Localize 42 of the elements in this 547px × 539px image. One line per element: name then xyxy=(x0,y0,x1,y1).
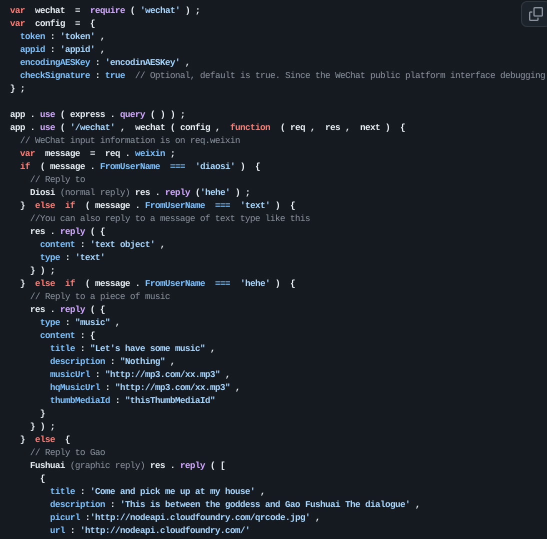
code-line: checkSignature : true // Optional, default is true. Since the WeChat public platform interface debugging xyxy=(20,70,546,83)
code-line: url : 'http://nodeapi.cloudfoundry.com/' xyxy=(50,525,250,538)
code-line: if ( message . FromUserName === 'diaosi' ) { xyxy=(20,161,260,174)
code-line: picurl :'http://nodeapi.cloudfoundry.com/qrcode.jpg' , xyxy=(50,512,320,525)
code-line: } else if ( message . FromUserName === 'hehe' ) { xyxy=(20,278,296,291)
code-line: app . use ( express . query ( ) ) ; xyxy=(10,109,186,122)
code-line: } ) ; xyxy=(30,265,56,278)
code-line: description : "Nothing" , xyxy=(50,356,176,369)
code-line: } ) ; xyxy=(30,421,56,434)
code-line: thumbMediaId : "thisThumbMediaId" xyxy=(50,395,216,408)
copy-button[interactable] xyxy=(521,1,547,27)
code-line: content : 'text object' , xyxy=(40,239,166,252)
code-line: var message = req . weixin ; xyxy=(20,148,176,161)
code-line: Diosi (normal reply) res . reply ('hehe' ) ; xyxy=(30,187,250,200)
code-line: description : 'This is between the goddess and Gao Fushuai The dialogue' , xyxy=(50,499,420,512)
code-line: Fushuai (graphic reply) res . reply ( [ xyxy=(30,460,226,473)
code-line: title : "Let's have some music" , xyxy=(50,343,216,356)
code-line: appid : 'appid' , xyxy=(20,44,106,57)
code-line: encodingAESKey : 'encodinAESKey' , xyxy=(20,57,190,70)
code-line: title : 'Come and pick me up at my house' , xyxy=(50,486,266,499)
code-line: var wechat = require ( 'wechat' ) ; xyxy=(10,5,200,18)
code-comment: //You can also reply to a message of text type like this xyxy=(30,213,310,226)
code-comment: // Reply to a piece of music xyxy=(30,291,170,304)
code-line: res . reply ( { xyxy=(30,226,106,239)
copy-icon xyxy=(529,7,543,21)
code-line: var config = { xyxy=(10,18,96,31)
code-comment: // Reply to Gao xyxy=(30,447,106,460)
code-line: hqMusicUrl : "http://mp3.com/xx.mp3" , xyxy=(50,382,240,395)
code-line: token : 'token' , xyxy=(20,31,106,44)
code-line: { xyxy=(40,473,46,486)
code-line: musicUrl : "http://mp3.com/xx.mp3" , xyxy=(50,369,230,382)
code-comment: // Reply to xyxy=(30,174,86,187)
code-line: type : "music" , xyxy=(40,317,120,330)
code-line: app . use ( '/wechat' , wechat ( config , function ( req , res , next ) { xyxy=(10,122,406,135)
code-line: } else if ( message . FromUserName === 'text' ) { xyxy=(20,200,296,213)
code-comment: // WeChat input information is on req.weixin xyxy=(20,135,240,148)
code-line: res . reply ( { xyxy=(30,304,106,317)
code-line: } else { xyxy=(20,434,70,447)
code-line: type : 'text' xyxy=(40,252,106,265)
code-line: content : { xyxy=(40,330,96,343)
code-line: } xyxy=(40,408,46,421)
code-line: } ; xyxy=(10,83,26,96)
